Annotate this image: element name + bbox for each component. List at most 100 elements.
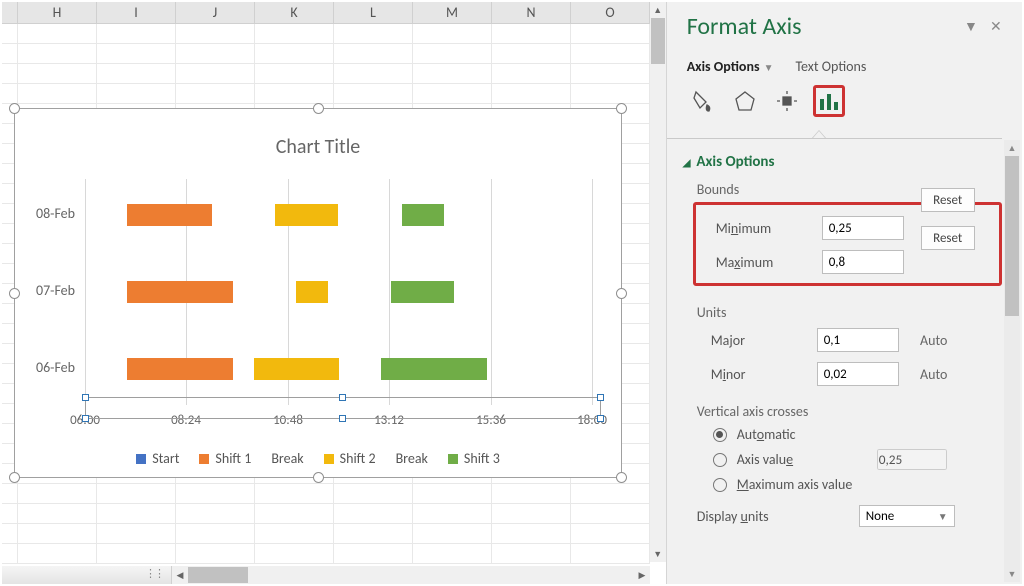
legend-item[interactable]: Shift 1	[199, 450, 251, 467]
col-header[interactable]: I	[97, 2, 176, 23]
maximum-input[interactable]	[822, 250, 904, 274]
major-unit-input[interactable]	[817, 328, 899, 352]
bar-shift2[interactable]	[275, 204, 338, 226]
chevron-down-icon: ▼	[938, 510, 948, 523]
scroll-left-icon[interactable]: ◀	[172, 566, 188, 584]
bar-shift2[interactable]	[296, 281, 328, 303]
legend-item[interactable]: Shift 2	[324, 450, 376, 467]
col-header[interactable]: M	[413, 2, 492, 23]
radio-automatic[interactable]: Automatic	[713, 426, 1002, 443]
resize-handle[interactable]	[616, 288, 627, 299]
minor-unit-input[interactable]	[817, 362, 899, 386]
chart-title[interactable]: Chart Title	[15, 135, 621, 159]
axis-handle[interactable]	[339, 415, 346, 422]
reset-minimum-button[interactable]: Reset	[921, 188, 975, 212]
radio-icon	[713, 453, 727, 467]
major-label: Major	[711, 332, 809, 349]
axis-handle[interactable]	[597, 394, 604, 401]
axis-handle[interactable]	[82, 394, 89, 401]
bar-shift1[interactable]	[127, 358, 233, 380]
reset-maximum-button[interactable]: Reset	[921, 226, 975, 250]
radio-icon	[713, 478, 727, 492]
gridline	[592, 179, 593, 405]
resize-handle[interactable]	[313, 472, 324, 483]
size-properties-icon[interactable]	[771, 85, 803, 117]
legend-swatch	[136, 454, 146, 464]
axis-options-icon[interactable]	[813, 85, 845, 117]
scroll-thumb[interactable]	[1005, 156, 1019, 316]
tab-text-options[interactable]: Text Options	[795, 58, 866, 75]
legend-item[interactable]: Break	[271, 450, 303, 467]
pane-vertical-scrollbar[interactable]: ▲ ▼	[1004, 140, 1020, 582]
legend-label: Start	[152, 450, 179, 467]
legend-label: Shift 1	[215, 450, 251, 467]
embedded-chart[interactable]: Chart Title 08-Feb 07-Feb 06-Feb 06:00 0…	[14, 108, 622, 478]
minimum-input[interactable]	[822, 216, 904, 240]
radio-maximum-axis-value[interactable]: Maximum axis value	[713, 476, 1002, 493]
bar-shift1[interactable]	[127, 281, 233, 303]
legend-swatch	[199, 454, 209, 464]
bar-shift3[interactable]	[381, 358, 487, 380]
radio-icon	[713, 428, 727, 442]
bar-shift3[interactable]	[402, 204, 444, 226]
legend-label: Shift 2	[340, 450, 376, 467]
bar-shift2[interactable]	[254, 358, 339, 380]
col-header[interactable]: N	[492, 2, 571, 23]
effects-icon[interactable]	[729, 85, 761, 117]
col-header[interactable]: J	[176, 2, 255, 23]
col-header[interactable]: O	[571, 2, 650, 23]
bar-shift1[interactable]	[127, 204, 212, 226]
pane-options-icon[interactable]: ▼	[964, 18, 980, 35]
gridline	[85, 179, 86, 405]
bar-shift3[interactable]	[391, 281, 454, 303]
display-units-label: Display units	[697, 508, 847, 525]
scroll-down-icon[interactable]: ▼	[1004, 566, 1020, 582]
close-icon[interactable]: ✕	[990, 18, 1006, 35]
worksheet-vertical-scrollbar[interactable]: ▲ ▼	[650, 2, 666, 562]
legend-item[interactable]: Shift 3	[448, 450, 500, 467]
tab-axis-options[interactable]: Axis Options▼	[687, 58, 774, 75]
vertical-axis-crosses-label: Vertical axis crosses	[697, 403, 1002, 420]
scroll-up-icon[interactable]: ▲	[1004, 140, 1020, 156]
tab-pointer-icon	[812, 130, 826, 138]
resize-handle[interactable]	[9, 103, 20, 114]
legend-item[interactable]: Start	[136, 450, 179, 467]
fill-line-icon[interactable]	[687, 85, 719, 117]
scroll-thumb[interactable]	[651, 18, 665, 64]
axis-value-input	[877, 449, 947, 470]
resize-handle[interactable]	[616, 103, 627, 114]
resize-handle[interactable]	[313, 103, 324, 114]
col-header[interactable]: K	[255, 2, 334, 23]
maximum-label: Maximum	[716, 254, 814, 271]
section-axis-options[interactable]: ◢Axis Options	[683, 153, 1002, 171]
horizontal-axis-selected[interactable]	[85, 397, 601, 419]
axis-handle[interactable]	[597, 415, 604, 422]
scroll-down-icon[interactable]: ▼	[650, 546, 666, 562]
chevron-down-icon: ▼	[764, 61, 774, 74]
scroll-thumb[interactable]	[188, 567, 248, 583]
major-auto-label: Auto	[907, 332, 961, 349]
scroll-right-icon[interactable]: ▶	[634, 566, 650, 584]
legend-swatch	[448, 454, 458, 464]
resize-handle[interactable]	[9, 472, 20, 483]
chart-legend[interactable]: Start Shift 1 Break Shift 2 Break Shift …	[15, 450, 621, 467]
pane-title: Format Axis	[687, 12, 954, 41]
axis-handle[interactable]	[82, 415, 89, 422]
legend-label: Break	[271, 450, 303, 467]
minimum-label: Minimum	[716, 220, 814, 237]
display-units-select[interactable]: None▼	[859, 505, 955, 527]
worksheet-horizontal-scrollbar[interactable]: ◀ ▶	[2, 566, 650, 584]
radio-axis-value[interactable]: Axis value	[713, 449, 1002, 470]
units-label: Units	[697, 304, 1002, 321]
legend-item[interactable]: Break	[396, 450, 428, 467]
col-header[interactable]: L	[334, 2, 413, 23]
y-tick-label: 08-Feb	[21, 205, 75, 222]
col-header[interactable]: H	[18, 2, 97, 23]
column-headers: H I J K L M N O	[2, 2, 666, 24]
resize-handle[interactable]	[9, 288, 20, 299]
axis-handle[interactable]	[339, 394, 346, 401]
sheet-tabs-stub[interactable]	[2, 566, 172, 584]
plot-area[interactable]: 08-Feb 07-Feb 06-Feb 06:00 08:24 10:48 1…	[43, 179, 601, 405]
scroll-up-icon[interactable]: ▲	[650, 2, 666, 18]
resize-handle[interactable]	[616, 472, 627, 483]
